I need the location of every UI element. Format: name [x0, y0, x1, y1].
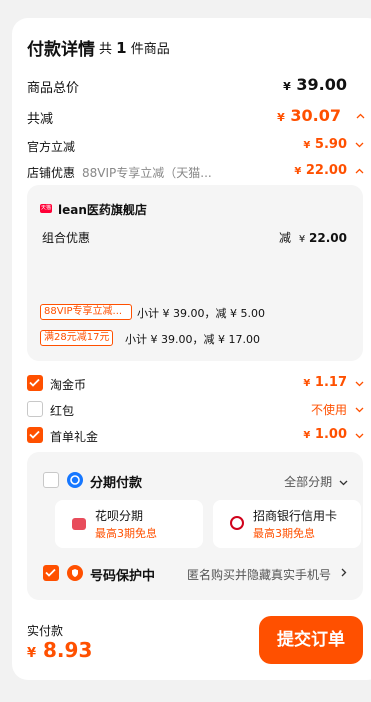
chevron-down-icon — [355, 381, 365, 391]
tmall-logo-icon: 天猫 — [40, 204, 52, 213]
first-order-gift-row[interactable]: 首单礼金 ¥ 1.00 — [12, 424, 371, 446]
combo-discount-currency: ¥ — [298, 234, 306, 245]
taojinbi-amount: 1.17 — [314, 375, 347, 390]
installment-all-link[interactable]: 全部分期 — [284, 473, 349, 490]
huabei-name: 花呗分期 — [95, 509, 144, 523]
store-discount-label: 店铺优惠 — [27, 166, 76, 180]
actual-payment-label: 实付款 — [27, 624, 64, 638]
privacy-label: 号码保护中 — [90, 569, 156, 584]
page-title: 付款详情 — [27, 40, 95, 60]
store-discount-value: ¥ 22.00 — [294, 163, 347, 178]
total-price-label: 商品总价 — [27, 81, 80, 96]
huabei-sub: 最高3期免息 — [95, 527, 157, 540]
shield-icon — [67, 565, 83, 581]
chevron-up-icon — [355, 168, 365, 178]
discount-total-row[interactable]: 共减 ¥ 30.07 — [12, 104, 371, 128]
total-price-amount: 39.00 — [296, 75, 347, 94]
item-count-suffix: 件商品 — [130, 42, 170, 57]
installment-label: 分期付款 — [90, 476, 143, 491]
store-discount-currency: ¥ — [294, 166, 302, 177]
first-order-gift-amount: 1.00 — [314, 427, 347, 442]
chevron-down-icon — [355, 407, 365, 417]
combo-discount-value: 减 ¥ 22.00 — [279, 229, 347, 246]
official-discount-value: ¥ 5.90 — [303, 137, 347, 152]
installment-checkbox[interactable] — [43, 472, 59, 488]
submit-order-button[interactable]: 提交订单 — [259, 616, 363, 664]
item-count-prefix: 共 — [99, 42, 113, 57]
official-discount-amount: 5.90 — [314, 137, 347, 152]
combo-discount-prefix: 减 — [278, 231, 291, 245]
official-discount-row[interactable]: 官方立减 ¥ 5.90 — [12, 134, 371, 156]
promo-text-full-reduction: 小计 ¥ 39.00，减 ¥ 17.00 — [125, 333, 260, 346]
cmb-card-name: 招商银行信用卡 — [253, 509, 338, 523]
combo-discount-amount: 22.00 — [309, 231, 347, 245]
taojinbi-label: 淘金币 — [50, 378, 87, 392]
first-order-gift-currency: ¥ — [303, 430, 311, 441]
payment-details-card: 付款详情 共 1 件商品 商品总价 ¥ 39.00 共减 ¥ 30.07 官方立… — [12, 18, 371, 680]
store-discount-row[interactable]: 店铺优惠 88VIP专享立减（天猫... ¥ 22.00 — [12, 160, 371, 182]
taojinbi-currency: ¥ — [303, 378, 311, 389]
hongbao-row[interactable]: 红包 不使用 — [12, 398, 371, 420]
official-discount-currency: ¥ — [303, 140, 311, 151]
item-count: 共 1 件商品 — [99, 38, 170, 57]
actual-payment-currency: ¥ — [27, 646, 37, 661]
hongbao-value: 不使用 — [310, 403, 347, 417]
privacy-checkbox[interactable] — [43, 565, 59, 581]
installment-all-label: 全部分期 — [284, 475, 333, 489]
actual-payment-amount: 8.93 — [43, 638, 93, 662]
discount-total-currency: ¥ — [277, 111, 285, 124]
discount-total-amount: 30.07 — [290, 106, 341, 125]
official-discount-label: 官方立减 — [27, 140, 76, 154]
chevron-down-icon — [355, 142, 365, 152]
promo-text-88vip: 小计 ¥ 39.00，减 ¥ 5.00 — [137, 307, 265, 320]
store-discount-amount: 22.00 — [305, 163, 347, 178]
chevron-up-icon — [356, 113, 366, 123]
discount-total-label: 共减 — [27, 112, 54, 127]
store-discount-panel: 天猫 lean医药旗舰店 组合优惠 减 ¥ 22.00 88VIP专享立减...… — [27, 185, 363, 361]
huabei-icon — [72, 518, 86, 530]
first-order-gift-label: 首单礼金 — [50, 430, 99, 444]
chevron-down-icon — [339, 480, 349, 486]
promo-tag-full-reduction: 满28元减17元 — [40, 330, 114, 346]
promo-tag-88vip: 88VIP专享立减... — [40, 304, 132, 320]
cmb-card-sub: 最高3期免息 — [253, 527, 315, 540]
huabei-installment-card[interactable]: 花呗分期 最高3期免息 — [55, 500, 203, 548]
chevron-down-icon — [355, 433, 365, 443]
item-count-number: 1 — [116, 39, 127, 57]
installment-panel: 分期付款 全部分期 花呗分期 最高3期免息 招商银行信用卡 最高3期免息 号码保… — [27, 452, 363, 600]
cmb-bank-icon — [230, 516, 244, 530]
discount-total-value: ¥ 30.07 — [277, 106, 341, 125]
total-price-value: ¥ 39.00 — [283, 75, 347, 94]
installment-icon — [67, 472, 83, 488]
taojinbi-row[interactable]: 淘金币 ¥ 1.17 — [12, 372, 371, 394]
actual-payment-value: ¥ 8.93 — [27, 638, 92, 662]
combo-discount-label: 组合优惠 — [42, 231, 91, 245]
chevron-right-icon[interactable] — [341, 568, 351, 578]
taojinbi-checkbox[interactable] — [27, 375, 43, 391]
hongbao-label: 红包 — [50, 404, 75, 418]
first-order-gift-value: ¥ 1.00 — [303, 427, 347, 442]
taojinbi-value: ¥ 1.17 — [303, 375, 347, 390]
hongbao-checkbox[interactable] — [27, 401, 43, 417]
privacy-desc: 匿名购买并隐藏真实手机号 — [187, 568, 332, 582]
first-order-gift-checkbox[interactable] — [27, 427, 43, 443]
store-name: lean医药旗舰店 — [58, 203, 147, 217]
store-discount-desc: 88VIP专享立减（天猫... — [82, 166, 212, 180]
total-price-currency: ¥ — [283, 80, 291, 93]
cmb-credit-card[interactable]: 招商银行信用卡 最高3期免息 — [213, 500, 361, 548]
